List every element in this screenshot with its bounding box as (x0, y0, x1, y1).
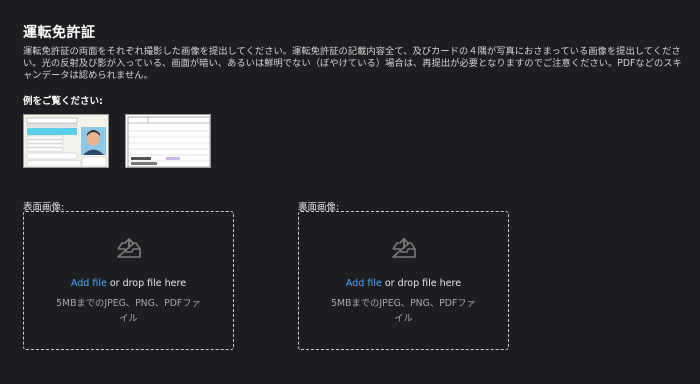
dropzone-prompt: Add file or drop file here (299, 278, 508, 289)
license-front-illustration (24, 115, 108, 167)
example-label: 例をご覧ください: (23, 96, 103, 107)
upload-tray-icon (117, 238, 141, 258)
file-size-hint: 5MBまでのJPEG、PNG、PDFファイル (56, 298, 201, 324)
dropzone-prompt: Add file or drop file here (24, 278, 233, 289)
drop-file-text: or drop file here (106, 278, 187, 289)
license-back-example-image (125, 114, 211, 168)
back-image-dropzone[interactable]: Add file or drop file here 5MBまでのJPEG、PN… (298, 211, 509, 350)
file-size-hint: 5MBまでのJPEG、PNG、PDFファイル (331, 298, 476, 324)
page-title: 運転免許証 (23, 25, 96, 41)
add-file-link[interactable]: Add file (71, 278, 107, 289)
front-image-dropzone[interactable]: Add file or drop file here 5MBまでのJPEG、PN… (23, 211, 234, 350)
upload-tray-icon (392, 238, 416, 258)
license-back-illustration (126, 115, 210, 167)
license-upload-page: 運転免許証 運転免許証の両面をそれぞれ撮影した画像を提出してください。運転免許証… (0, 0, 700, 384)
add-file-link[interactable]: Add file (346, 278, 382, 289)
license-front-example-image (23, 114, 109, 168)
drop-file-text: or drop file here (381, 278, 462, 289)
instructions-text: 運転免許証の両面をそれぞれ撮影した画像を提出してください。運転免許証の記載内容全… (23, 46, 682, 81)
